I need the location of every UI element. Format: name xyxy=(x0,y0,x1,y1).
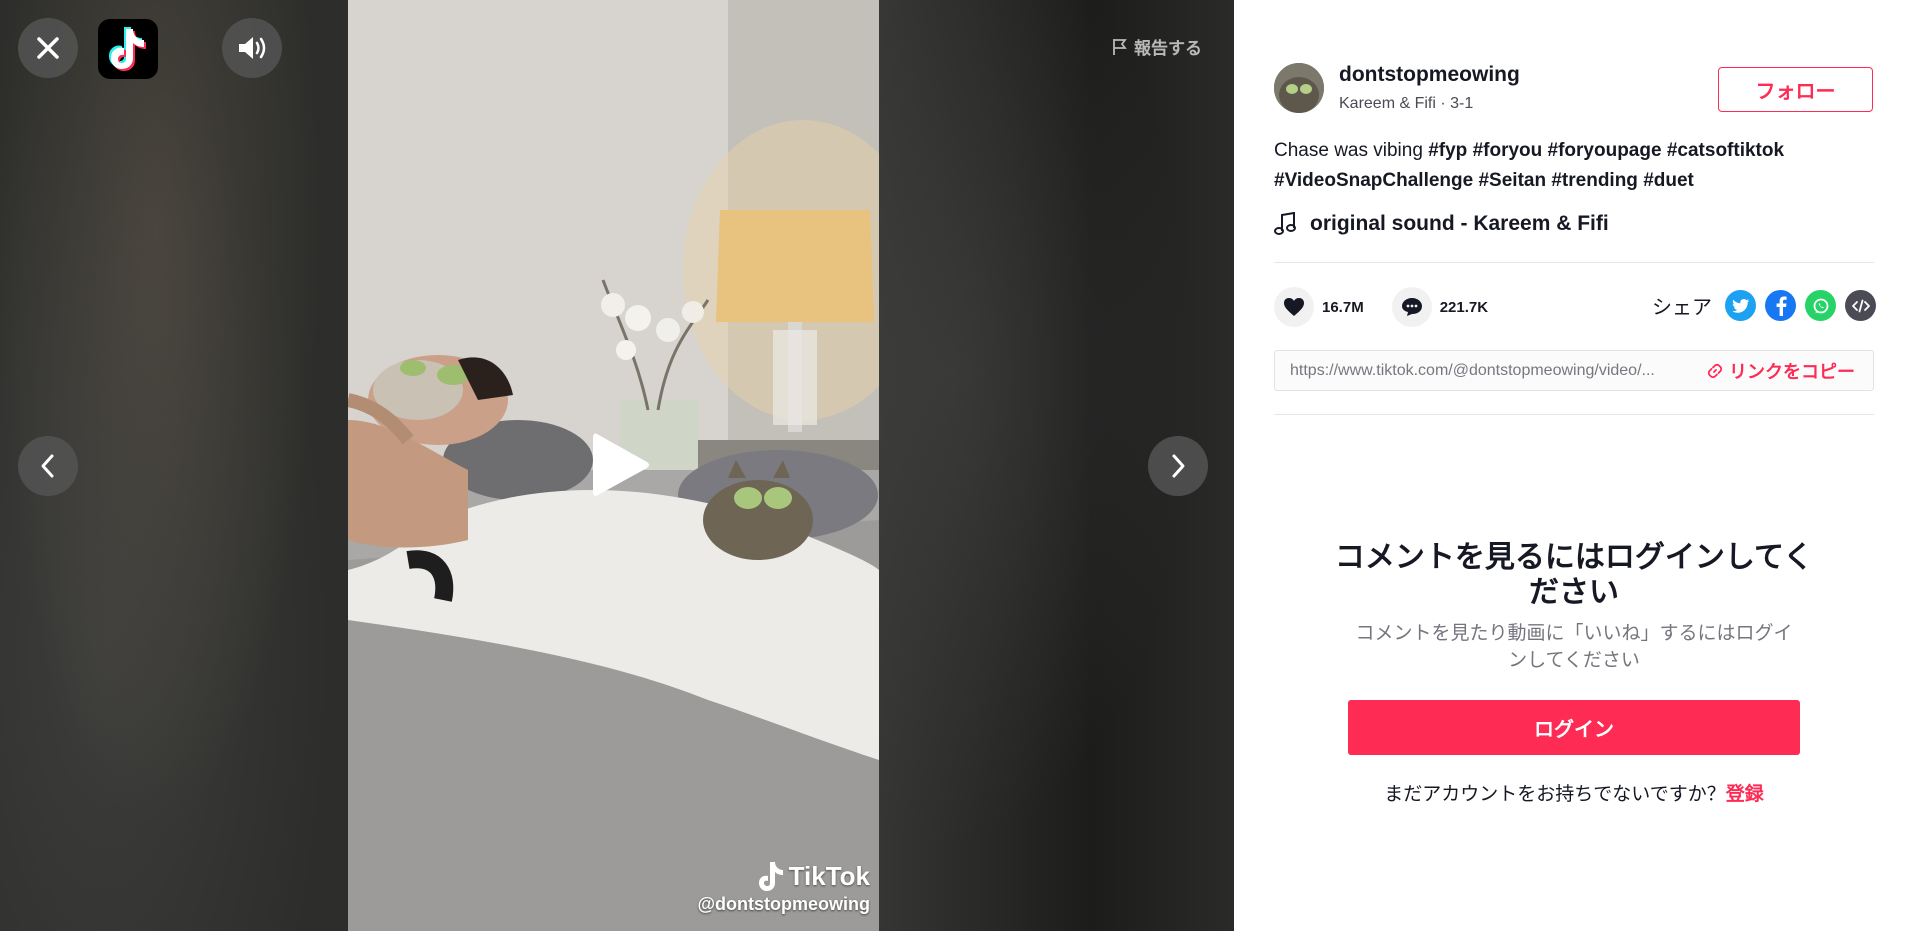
tiktok-note-icon xyxy=(758,862,783,891)
login-button[interactable]: ログイン xyxy=(1348,700,1800,755)
video-watermark: TikTok @dontstopmeowing xyxy=(690,860,870,915)
comment-button[interactable] xyxy=(1391,287,1432,327)
hashtag-link[interactable]: #fyp xyxy=(1428,140,1467,161)
copy-link-button[interactable]: リンクをコピー xyxy=(1707,358,1873,384)
tiktok-logo-button[interactable] xyxy=(98,19,158,79)
close-button[interactable] xyxy=(18,18,78,78)
signup-link[interactable]: 登録 xyxy=(1726,784,1764,805)
login-prompt-title: コメントを見るにはログインしてください xyxy=(1334,541,1814,609)
like-button[interactable] xyxy=(1274,287,1314,327)
report-button[interactable]: 報告する xyxy=(1112,34,1202,59)
whatsapp-icon xyxy=(1813,298,1828,313)
report-label: 報告する xyxy=(1134,39,1202,58)
comment-count: 221.7K xyxy=(1439,298,1489,316)
hashtag-link[interactable]: #VideoSnapChallenge xyxy=(1274,170,1473,191)
hashtag-link[interactable]: #foryoupage xyxy=(1548,140,1662,161)
comment-icon xyxy=(1401,298,1422,316)
next-video-button[interactable] xyxy=(1148,436,1208,496)
flag-icon xyxy=(1113,38,1127,55)
close-icon xyxy=(37,37,59,59)
avatar[interactable] xyxy=(1274,63,1324,113)
hashtag-link[interactable]: #Seitan xyxy=(1478,170,1546,191)
divider xyxy=(1274,262,1874,263)
whatsapp-share-button[interactable] xyxy=(1805,290,1836,321)
previous-video-button[interactable] xyxy=(18,436,78,496)
hashtag-link[interactable]: #catsoftiktok xyxy=(1667,140,1784,161)
chevron-left-icon xyxy=(41,454,54,478)
music-link[interactable]: original sound - Kareem & Fifi xyxy=(1274,212,1609,236)
hashtag-link[interactable]: #duet xyxy=(1643,170,1694,191)
video-description: Chase was vibing #fyp #foryou #foryoupag… xyxy=(1274,136,1854,196)
signup-prompt-text: まだアカウントをお持ちでないですか？ xyxy=(1384,784,1726,805)
embed-share-button[interactable] xyxy=(1845,290,1876,321)
description-text: Chase was vibing xyxy=(1274,140,1429,161)
copy-link-label: リンクをコピー xyxy=(1729,361,1855,382)
play-icon[interactable] xyxy=(591,430,651,505)
facebook-icon xyxy=(1776,296,1787,316)
hashtag-link[interactable]: #trending xyxy=(1551,170,1638,191)
sound-toggle-button[interactable] xyxy=(222,18,282,78)
watermark-brand: TikTok xyxy=(788,860,870,891)
author-subline: Kareem & Fifi · 3-1 xyxy=(1339,95,1474,112)
facebook-share-button[interactable] xyxy=(1765,290,1796,321)
avatar-image xyxy=(1274,63,1324,113)
share-link-url[interactable]: https://www.tiktok.com/@dontstopmeowing/… xyxy=(1275,362,1685,380)
engagement-stats: 16.7M 221.7K xyxy=(1274,287,1516,327)
follow-button[interactable]: フォロー xyxy=(1718,67,1873,112)
watermark-handle: @dontstopmeowing xyxy=(697,894,870,914)
embed-icon xyxy=(1851,299,1870,312)
author-username[interactable]: dontstopmeowing xyxy=(1339,63,1520,87)
volume-icon xyxy=(239,37,266,59)
music-note-icon xyxy=(1274,212,1296,235)
share-label: シェア xyxy=(1652,297,1712,319)
twitter-icon xyxy=(1731,298,1749,313)
divider xyxy=(1274,414,1874,415)
twitter-share-button[interactable] xyxy=(1725,290,1756,321)
hashtag-link[interactable]: #foryou xyxy=(1473,140,1543,161)
heart-icon xyxy=(1284,298,1304,316)
like-count: 16.7M xyxy=(1322,298,1364,316)
share-bar: シェア xyxy=(1652,290,1876,321)
login-prompt-subtitle: コメントを見たり動画に「いいね」するにはログインしてください xyxy=(1355,623,1793,671)
signup-prompt: まだアカウントをお持ちでないですか？登録 xyxy=(1334,779,1814,806)
tiktok-logo-icon xyxy=(109,27,146,71)
details-panel: dontstopmeowing Kareem & Fifi · 3-1 フォロー… xyxy=(1234,0,1905,931)
chevron-right-icon xyxy=(1172,454,1185,478)
music-title: original sound - Kareem & Fifi xyxy=(1310,212,1609,235)
video-stage: TikTok @dontstopmeowing 報告する xyxy=(0,0,1234,931)
share-link-box: https://www.tiktok.com/@dontstopmeowing/… xyxy=(1274,350,1874,391)
link-icon xyxy=(1707,363,1723,378)
